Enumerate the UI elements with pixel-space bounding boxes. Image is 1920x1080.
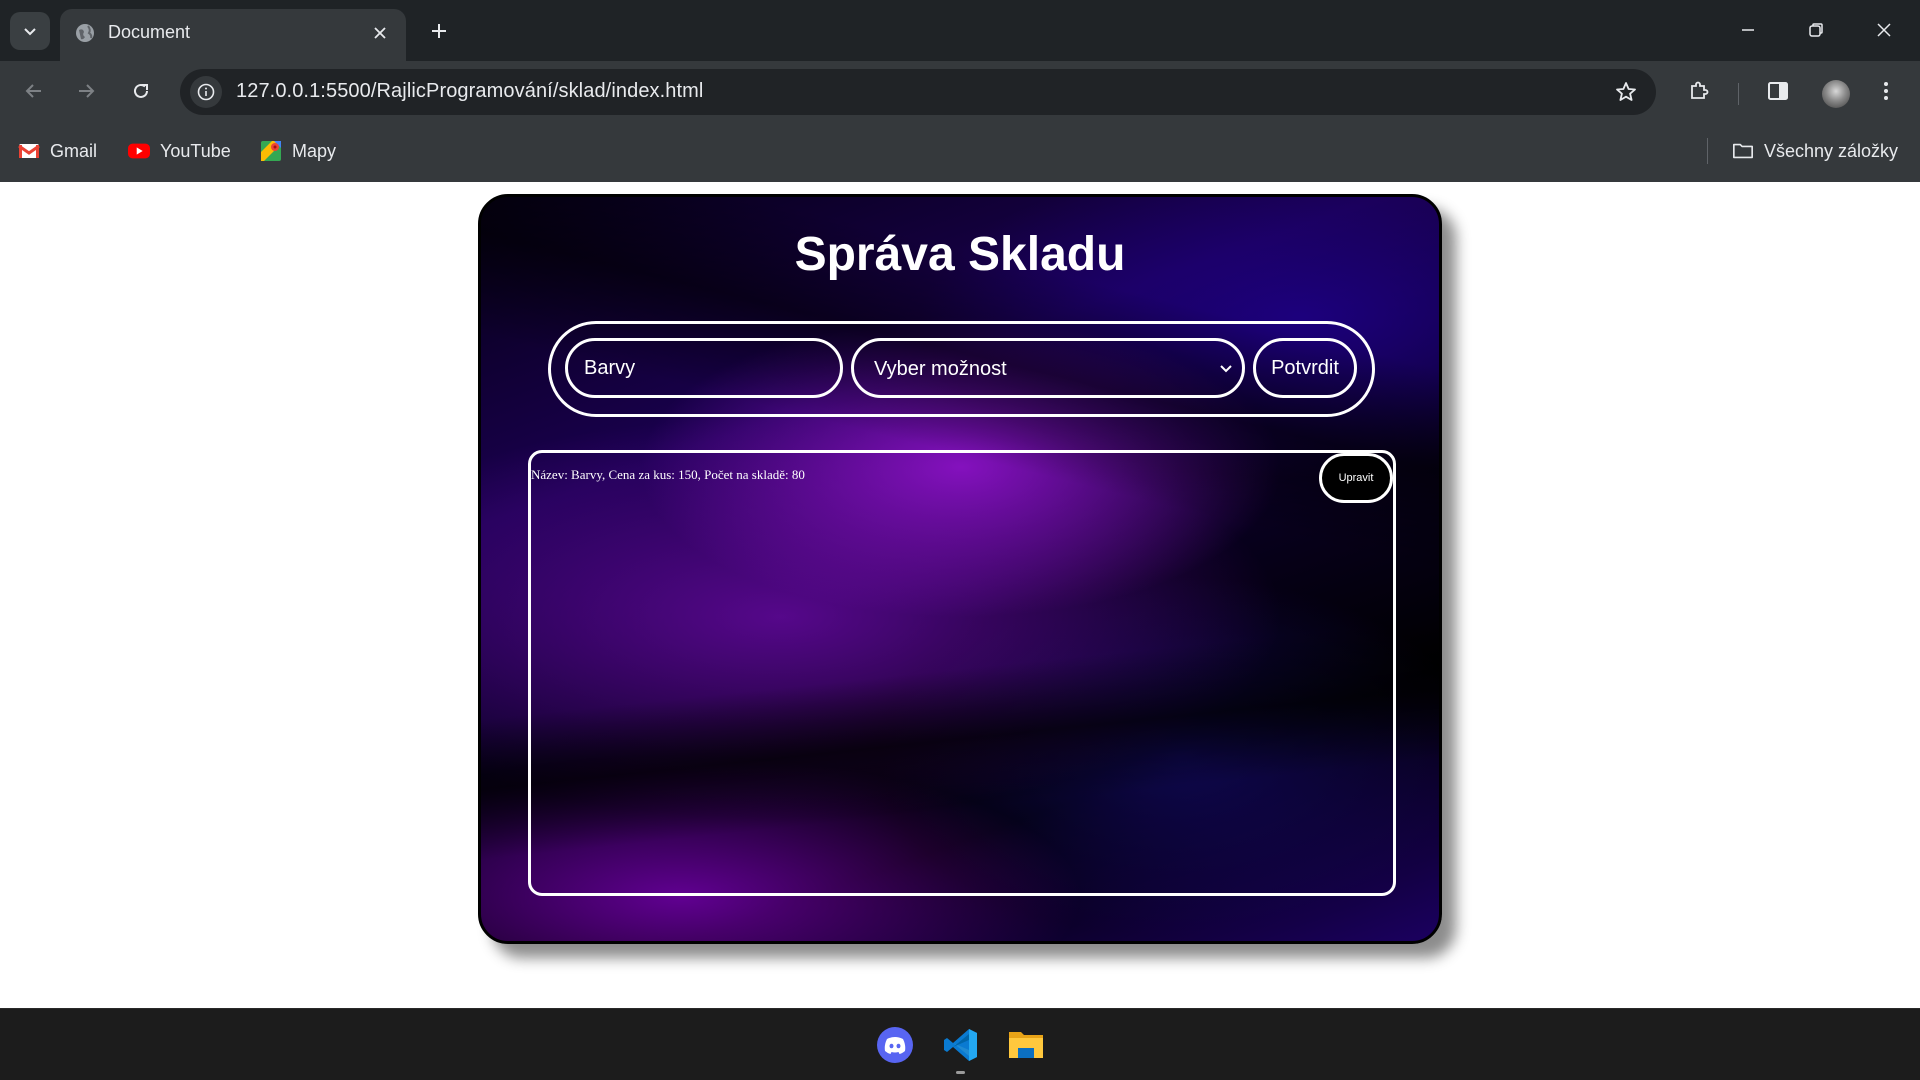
browser-toolbar: 127.0.0.1:5500/RajlicProgramování/sklad/… bbox=[0, 61, 1920, 121]
reload-button[interactable] bbox=[121, 71, 161, 111]
item-list: Název: Barvy, Cena za kus: 150, Počet na… bbox=[528, 450, 1396, 896]
minimize-button[interactable] bbox=[1726, 10, 1770, 50]
reload-icon bbox=[134, 83, 148, 98]
new-tab-button[interactable] bbox=[422, 14, 456, 48]
os-taskbar bbox=[0, 1008, 1920, 1080]
all-bookmarks-label: Všechny záložky bbox=[1764, 140, 1899, 161]
bookmark-star-button[interactable] bbox=[1612, 78, 1640, 106]
toolbar-separator bbox=[1738, 83, 1739, 105]
address-bar[interactable]: 127.0.0.1:5500/RajlicProgramování/sklad/… bbox=[180, 69, 1656, 115]
restore-icon bbox=[1809, 23, 1823, 37]
side-panel-button[interactable] bbox=[1760, 73, 1796, 109]
close-icon bbox=[1877, 23, 1891, 37]
chevron-down-icon bbox=[24, 28, 36, 36]
close-window-button[interactable] bbox=[1862, 10, 1906, 50]
item-name-input[interactable] bbox=[565, 338, 843, 398]
confirm-button[interactable]: Potvrdit bbox=[1253, 338, 1357, 398]
bookmark-label: Gmail bbox=[50, 140, 98, 161]
back-button[interactable] bbox=[14, 71, 54, 111]
tab-title: Document bbox=[108, 22, 191, 42]
bookmark-youtube[interactable]: YouTube bbox=[128, 137, 231, 165]
tab-search-button[interactable] bbox=[10, 12, 50, 50]
bookmark-gmail[interactable]: Gmail bbox=[18, 137, 97, 165]
forward-button[interactable] bbox=[66, 71, 106, 111]
folder-icon bbox=[1732, 140, 1754, 162]
youtube-icon bbox=[128, 140, 150, 162]
extensions-button[interactable] bbox=[1681, 73, 1717, 109]
bookmark-label: Mapy bbox=[292, 140, 337, 161]
bookmark-label: YouTube bbox=[160, 140, 231, 161]
file-explorer-icon[interactable] bbox=[1006, 1025, 1046, 1065]
vscode-icon[interactable] bbox=[941, 1025, 981, 1065]
puzzle-icon bbox=[1691, 81, 1709, 99]
bookmark-mapy[interactable]: Mapy bbox=[260, 137, 336, 165]
chevron-down-icon bbox=[1220, 365, 1232, 373]
discord-icon[interactable] bbox=[875, 1025, 915, 1065]
option-select[interactable]: Vyber možnost bbox=[851, 338, 1245, 398]
tab-document[interactable]: Document bbox=[60, 9, 406, 61]
warehouse-card: Správa Skladu Vyber možnost Potvrdit Náz… bbox=[478, 194, 1442, 944]
plus-icon bbox=[432, 24, 446, 38]
page-title: Správa Skladu bbox=[794, 228, 1126, 281]
active-app-indicator bbox=[956, 1071, 965, 1074]
browser-tabstrip: Document bbox=[0, 0, 1920, 61]
info-icon bbox=[197, 83, 215, 101]
profile-avatar[interactable] bbox=[1822, 80, 1850, 108]
arrow-right-icon bbox=[79, 84, 95, 98]
restore-button[interactable] bbox=[1794, 10, 1838, 50]
minimize-icon bbox=[1742, 29, 1754, 31]
side-panel-icon bbox=[1768, 82, 1788, 100]
page-content: Správa Skladu Vyber možnost Potvrdit Náz… bbox=[0, 182, 1920, 1008]
bookmarks-separator bbox=[1707, 138, 1708, 164]
globe-icon bbox=[76, 24, 94, 42]
arrow-left-icon bbox=[25, 84, 41, 98]
close-icon bbox=[374, 27, 386, 39]
maps-icon bbox=[260, 140, 282, 162]
url-text: 127.0.0.1:5500/RajlicProgramování/sklad/… bbox=[236, 80, 704, 102]
item-form: Vyber možnost Potvrdit bbox=[548, 321, 1375, 417]
star-icon bbox=[1616, 82, 1636, 101]
tab-close-button[interactable] bbox=[368, 21, 392, 45]
more-vert-icon bbox=[1884, 82, 1888, 100]
gmail-icon bbox=[18, 140, 40, 162]
all-bookmarks-button[interactable]: Všechny záložky bbox=[1732, 137, 1898, 165]
bookmarks-bar: Gmail YouTube Mapy Všechny záložky bbox=[0, 121, 1920, 182]
site-info-button[interactable] bbox=[190, 76, 222, 108]
edit-button[interactable]: Upravit bbox=[1319, 453, 1393, 503]
menu-button[interactable] bbox=[1868, 73, 1904, 109]
item-text: Název: Barvy, Cena za kus: 150, Počet na… bbox=[531, 467, 805, 482]
select-value: Vyber možnost bbox=[874, 358, 1007, 380]
